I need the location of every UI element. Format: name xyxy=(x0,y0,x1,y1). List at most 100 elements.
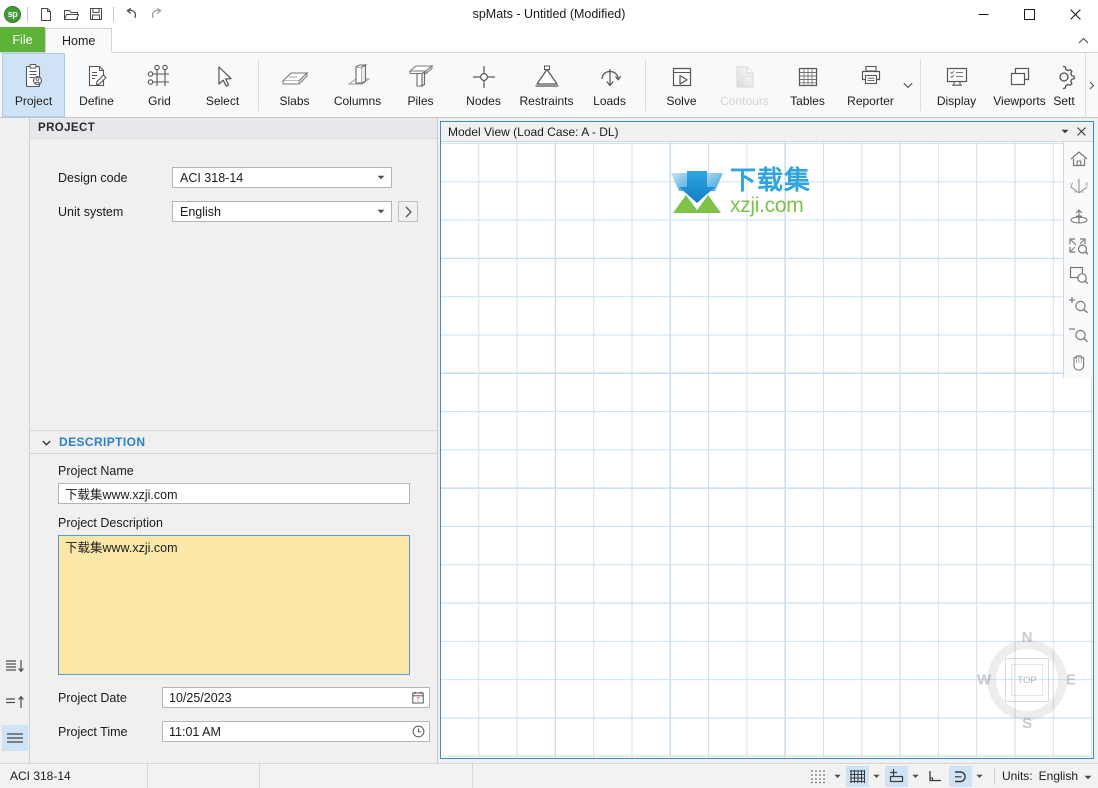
tab-home[interactable]: Home xyxy=(45,28,113,53)
list-menu-icon[interactable] xyxy=(1,725,28,751)
undo-icon[interactable] xyxy=(120,3,143,25)
node-crosshair-icon xyxy=(469,60,499,94)
ribbon-collapse-icon[interactable] xyxy=(1074,32,1092,50)
ortho-icon[interactable] xyxy=(924,766,947,787)
ribbon-button-grid[interactable]: Grid xyxy=(128,53,191,117)
load-arrow-icon xyxy=(595,60,625,94)
project-panel: PROJECT Design code ACI 318-14 Unit syst… xyxy=(30,118,438,763)
ribbon-separator-1 xyxy=(258,59,259,111)
model-view-close-icon[interactable] xyxy=(1073,123,1090,140)
pile-icon xyxy=(406,60,436,94)
project-description-textarea[interactable]: 下载集www.xzji.com xyxy=(58,535,410,675)
qat-divider-1 xyxy=(27,6,28,22)
ribbon-button-reporter[interactable]: Reporter xyxy=(839,53,902,117)
status-cell-2 xyxy=(148,763,260,788)
ribbon-label: Piles xyxy=(407,94,434,108)
ribbon-button-viewports[interactable]: Viewports xyxy=(988,53,1051,117)
project-time-row: Project Time 11:01 AM xyxy=(58,721,437,742)
ribbon-separator-3 xyxy=(920,59,921,111)
units-chevron-down-icon[interactable] xyxy=(1084,769,1092,783)
node-snap-dropdown-chevron-down-icon[interactable] xyxy=(909,766,923,787)
pan-hand-icon[interactable] xyxy=(1065,347,1093,376)
ribbon-button-tables[interactable]: Tables xyxy=(776,53,839,117)
ribbon-label: Loads xyxy=(593,94,626,108)
ribbon-button-nodes[interactable]: Nodes xyxy=(452,53,515,117)
project-time-input[interactable]: 11:01 AM xyxy=(162,721,430,742)
ribbon-overflow-arrow-icon[interactable] xyxy=(1085,53,1098,117)
ribbon-button-display[interactable]: Display xyxy=(925,53,988,117)
reporter-dropdown-chevron-down-icon[interactable] xyxy=(902,53,916,117)
new-file-icon[interactable] xyxy=(34,3,57,25)
description-section-title: DESCRIPTION xyxy=(59,435,146,449)
ribbon-button-define[interactable]: Define xyxy=(65,53,128,117)
clipboard-search-icon xyxy=(21,60,47,94)
calendar-icon[interactable]: 7 xyxy=(410,691,426,704)
model-canvas[interactable]: 下载集 xzji.com z y x TOP N S W E xyxy=(441,142,1093,758)
description-section-body: Project Name 下载集www.xzji.com Project Des… xyxy=(30,454,437,763)
unit-system-dropdown[interactable]: English xyxy=(172,201,392,222)
units-label: Units: xyxy=(1001,769,1033,783)
tab-file[interactable]: File xyxy=(0,27,45,52)
ribbon-button-restraints[interactable]: Restraints xyxy=(515,53,578,117)
svg-text:x: x xyxy=(1085,182,1088,188)
unit-system-label: Unit system xyxy=(58,204,124,219)
zoom-in-icon[interactable] xyxy=(1065,289,1093,318)
maximize-button[interactable] xyxy=(1006,0,1052,28)
home-view-icon[interactable] xyxy=(1065,144,1093,173)
ribbon-group-analysis: Solve Contours Tables Reporter xyxy=(650,53,916,117)
application-window: sp spMats - Untitled (Modified) File Hom… xyxy=(0,0,1098,788)
close-button[interactable] xyxy=(1052,0,1098,28)
ribbon-button-settings[interactable]: Sett xyxy=(1051,53,1077,117)
ribbon-label: Display xyxy=(936,94,977,108)
design-code-dropdown[interactable]: ACI 318-14 xyxy=(172,167,392,188)
sort-descending-icon[interactable] xyxy=(2,653,28,679)
grid-dropdown-chevron-down-icon[interactable] xyxy=(870,766,884,787)
zoom-window-icon[interactable] xyxy=(1065,260,1093,289)
open-file-icon[interactable] xyxy=(59,3,82,25)
table-grid-icon xyxy=(794,60,822,94)
ribbon-button-piles[interactable]: Piles xyxy=(389,53,452,117)
polar-snap-icon[interactable] xyxy=(948,765,972,787)
ribbon-label: Grid xyxy=(148,94,171,108)
minimize-button[interactable] xyxy=(960,0,1006,28)
unit-system-next-button[interactable] xyxy=(398,201,418,222)
status-units-selector[interactable]: Units: English xyxy=(1002,769,1098,783)
qat-divider-2 xyxy=(113,6,114,22)
snap-dots-dropdown-chevron-down-icon[interactable] xyxy=(831,766,845,787)
viewports-windows-icon xyxy=(1006,60,1034,94)
document-edit-icon xyxy=(84,60,110,94)
ribbon-label: Solve xyxy=(666,94,697,108)
ribbon-button-columns[interactable]: Columns xyxy=(326,53,389,117)
save-file-icon[interactable] xyxy=(84,3,107,25)
app-logo-icon[interactable]: sp xyxy=(4,5,21,23)
project-name-label: Project Name xyxy=(58,464,134,478)
redo-icon[interactable] xyxy=(145,3,168,25)
project-name-input[interactable]: 下载集www.xzji.com xyxy=(58,483,410,504)
design-code-value: ACI 318-14 xyxy=(180,170,244,185)
ribbon-button-select[interactable]: Select xyxy=(191,53,254,117)
model-view-menu-chevron-down-icon[interactable] xyxy=(1056,123,1073,140)
rotate-view-icon[interactable] xyxy=(1065,202,1093,231)
sort-ascending-icon[interactable] xyxy=(2,689,28,715)
description-section-header[interactable]: DESCRIPTION xyxy=(30,430,437,454)
panel-empty-space xyxy=(30,235,437,430)
ribbon-label: Viewports xyxy=(993,94,1046,108)
project-date-input[interactable]: 10/25/2023 7 xyxy=(162,687,430,708)
cursor-arrow-icon xyxy=(211,60,235,94)
ribbon-button-slabs[interactable]: Slabs xyxy=(263,53,326,117)
node-snap-icon[interactable] xyxy=(884,765,908,787)
axes-orientation-icon[interactable]: z y x xyxy=(1065,173,1093,202)
ribbon-button-project[interactable]: Project xyxy=(2,53,65,117)
snap-dots-icon[interactable] xyxy=(807,766,830,787)
ribbon-button-solve[interactable]: Solve xyxy=(650,53,713,117)
grid-toggle-icon[interactable] xyxy=(845,765,869,787)
ribbon-button-contours[interactable]: Contours xyxy=(713,53,776,117)
project-time-value: 11:01 AM xyxy=(169,724,221,739)
clock-icon[interactable] xyxy=(410,725,426,738)
zoom-extents-icon[interactable] xyxy=(1065,231,1093,260)
ribbon-button-loads[interactable]: Loads xyxy=(578,53,641,117)
project-description-label: Project Description xyxy=(58,516,163,530)
project-date-row: Project Date 10/25/2023 7 xyxy=(58,687,437,708)
polar-dropdown-chevron-down-icon[interactable] xyxy=(973,766,987,787)
zoom-out-icon[interactable] xyxy=(1065,318,1093,347)
